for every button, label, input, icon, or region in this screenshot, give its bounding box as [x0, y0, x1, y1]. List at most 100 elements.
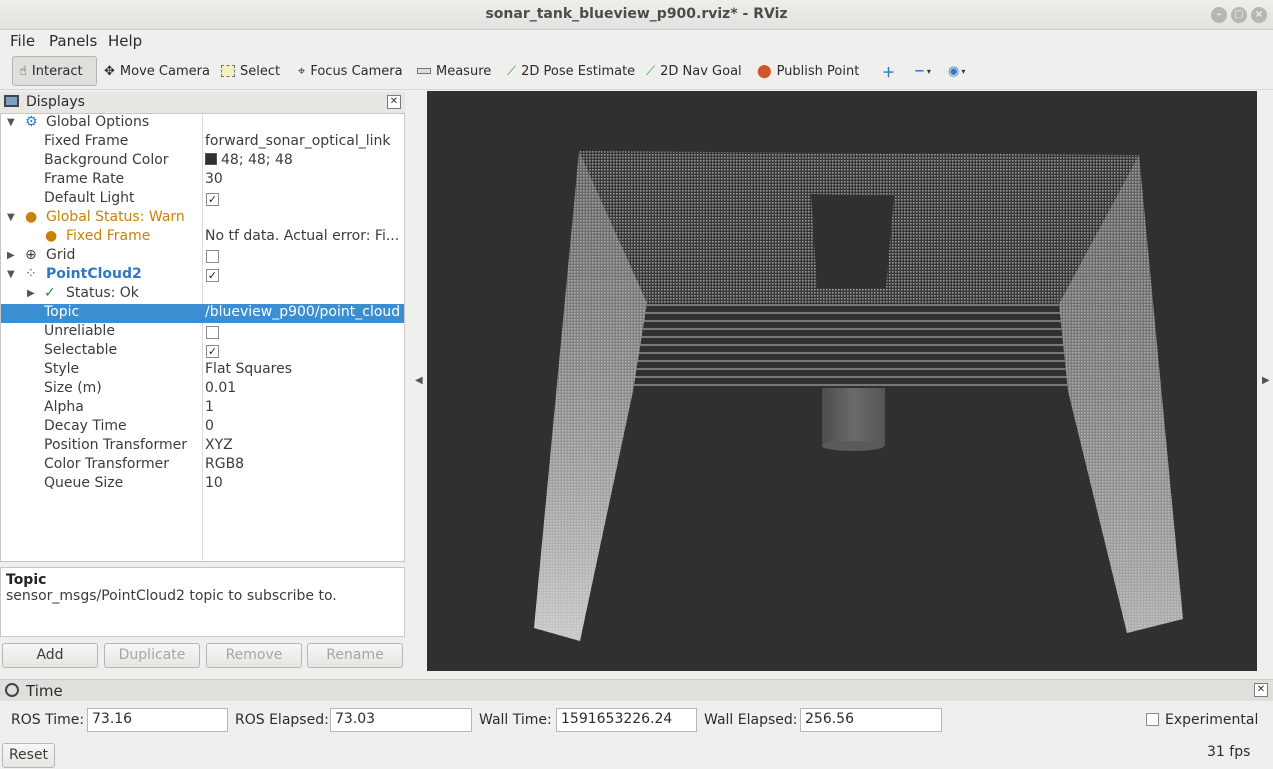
add-button[interactable]: Add	[2, 643, 98, 668]
ros-elapsed-field[interactable]: 73.03	[330, 708, 472, 732]
experimental-checkbox[interactable]	[1146, 713, 1159, 726]
close-button[interactable]: ×	[1251, 7, 1267, 23]
maximize-button[interactable]: □	[1231, 7, 1247, 23]
tree-row-queue-size[interactable]: Queue Size 10	[1, 475, 404, 494]
back-wall-opening	[811, 194, 894, 288]
minus-icon: −	[914, 63, 925, 79]
remove-tool-button[interactable]: − ▾	[908, 56, 937, 86]
tree-row-unreliable[interactable]: Unreliable	[1, 323, 404, 342]
chevron-down-icon[interactable]: ▼	[7, 117, 15, 128]
tree-row-topic[interactable]: Topic /blueview_p900/point_cloud	[1, 304, 404, 323]
tree-row-style[interactable]: Style Flat Squares	[1, 361, 404, 380]
chevron-down-icon[interactable]: ▼	[7, 269, 15, 280]
chevron-down-icon[interactable]: ▼	[7, 212, 15, 223]
menu-panels[interactable]: Panels	[49, 32, 97, 50]
grid-icon: ⊕	[25, 247, 37, 263]
row-value[interactable]: forward_sonar_optical_link	[205, 133, 403, 149]
green-arrow-icon: ⟋	[507, 63, 517, 79]
row-key: Unreliable	[44, 323, 115, 339]
menu-bar: File Panels Help	[0, 30, 1273, 52]
add-tool-button[interactable]: ＋	[876, 56, 901, 86]
row-value[interactable]: 30	[205, 171, 403, 187]
move-camera-tool-button[interactable]: ✥ Move Camera	[98, 56, 216, 86]
tree-row-fixed-frame[interactable]: Fixed Frame forward_sonar_optical_link	[1, 133, 404, 152]
row-value: No tf data. Actual error: Fi...	[205, 228, 400, 244]
tree-row-decay-time[interactable]: Decay Time 0	[1, 418, 404, 437]
checkmark-icon: ✓	[44, 285, 56, 301]
tree-row-global-options[interactable]: ▼ ⚙ Global Options	[1, 114, 404, 133]
time-panel-close-button[interactable]: ✕	[1254, 683, 1268, 697]
interact-tool-button[interactable]: ☝ Interact	[12, 56, 97, 86]
view-tool-button[interactable]: ◉ ▾	[942, 56, 971, 86]
rename-button[interactable]: Rename	[307, 643, 403, 668]
row-value[interactable]: 0	[205, 418, 403, 434]
unreliable-checkbox[interactable]	[206, 326, 219, 339]
row-key: Frame Rate	[44, 171, 125, 187]
row-key: Default Light	[44, 190, 135, 206]
select-tool-button[interactable]: Select	[215, 56, 286, 86]
duplicate-button[interactable]: Duplicate	[104, 643, 200, 668]
row-value[interactable]: 0.01	[205, 380, 403, 396]
chevron-right-icon[interactable]: ▶	[27, 288, 35, 299]
chevron-down-icon: ▾	[961, 66, 966, 76]
tree-row-default-light[interactable]: Default Light ✓	[1, 190, 404, 209]
tree-row-frame-rate[interactable]: Frame Rate 30	[1, 171, 404, 190]
wall-time-field[interactable]: 1591653226.24	[556, 708, 697, 732]
displays-tree: ▼ ⚙ Global Options Fixed Frame forward_s…	[0, 113, 405, 562]
row-value[interactable]: 1	[205, 399, 403, 415]
row-key: Grid	[46, 247, 76, 263]
tree-row-background-color[interactable]: Background Color 48; 48; 48	[1, 152, 404, 171]
selectable-checkbox[interactable]: ✓	[206, 345, 219, 358]
eye-icon: ◉	[948, 63, 960, 79]
pointcloud2-checkbox[interactable]: ✓	[206, 269, 219, 282]
publish-point-tool-button[interactable]: ⬤ Publish Point	[751, 56, 865, 86]
menu-help[interactable]: Help	[108, 32, 142, 50]
window-titlebar: sonar_tank_blueview_p900.rviz* - RViz – …	[0, 0, 1273, 30]
row-key: Global Status: Warn	[46, 209, 185, 225]
row-value[interactable]: RGB8	[205, 456, 403, 472]
tree-row-pointcloud2[interactable]: ▼ ⁘ PointCloud2 ✓	[1, 266, 404, 285]
color-swatch[interactable]	[205, 153, 217, 165]
row-value[interactable]: 10	[205, 475, 403, 491]
minimize-button[interactable]: –	[1211, 7, 1227, 23]
tree-row-grid[interactable]: ▶ ⊕ Grid	[1, 247, 404, 266]
tree-row-size[interactable]: Size (m) 0.01	[1, 380, 404, 399]
interact-label: Interact	[31, 63, 83, 79]
nav-goal-label: 2D Nav Goal	[660, 63, 742, 79]
focus-camera-tool-button[interactable]: ⌖ Focus Camera	[292, 56, 409, 86]
nav-goal-tool-button[interactable]: ⟋ 2D Nav Goal	[640, 56, 748, 86]
collapse-left-icon[interactable]: ◀	[415, 375, 423, 386]
row-key: Selectable	[44, 342, 118, 358]
tree-row-global-status[interactable]: ▼ ● Global Status: Warn	[1, 209, 404, 228]
wall-elapsed-label: Wall Elapsed:	[704, 712, 798, 728]
tree-row-alpha[interactable]: Alpha 1	[1, 399, 404, 418]
wall-elapsed-field[interactable]: 256.56	[800, 708, 942, 732]
row-value[interactable]: Flat Squares	[205, 361, 403, 377]
ros-time-label: ROS Time:	[11, 712, 85, 728]
row-value[interactable]: 48; 48; 48	[205, 152, 403, 168]
chevron-right-icon[interactable]: ▶	[7, 250, 15, 261]
pose-estimate-tool-button[interactable]: ⟋ 2D Pose Estimate	[501, 56, 641, 86]
3d-render-viewport[interactable]	[427, 91, 1257, 671]
row-key: Topic	[44, 304, 80, 320]
row-key: Status: Ok	[66, 285, 139, 301]
grid-checkbox[interactable]	[206, 250, 219, 263]
tree-row-position-transformer[interactable]: Position Transformer XYZ	[1, 437, 404, 456]
window-title: sonar_tank_blueview_p900.rviz* - RViz	[485, 6, 788, 22]
collapse-right-icon[interactable]: ▶	[1262, 375, 1270, 386]
row-value[interactable]: /blueview_p900/point_cloud	[205, 304, 403, 320]
measure-tool-button[interactable]: Measure	[411, 56, 497, 86]
tree-row-selectable[interactable]: Selectable ✓	[1, 342, 404, 361]
menu-file[interactable]: File	[10, 32, 35, 50]
reset-button[interactable]: Reset	[2, 743, 55, 768]
ros-time-field[interactable]: 73.16	[87, 708, 228, 732]
row-key: Style	[44, 361, 80, 377]
remove-button[interactable]: Remove	[206, 643, 302, 668]
displays-panel-close-button[interactable]: ✕	[387, 95, 401, 109]
tree-row-color-transformer[interactable]: Color Transformer RGB8	[1, 456, 404, 475]
row-value[interactable]: XYZ	[205, 437, 403, 453]
tree-row-status-ok[interactable]: ▶ ✓ Status: Ok	[1, 285, 404, 304]
row-key: Background Color	[44, 152, 169, 168]
default-light-checkbox[interactable]: ✓	[206, 193, 219, 206]
tree-row-fixed-frame-status[interactable]: ● Fixed Frame No tf data. Actual error: …	[1, 228, 404, 247]
